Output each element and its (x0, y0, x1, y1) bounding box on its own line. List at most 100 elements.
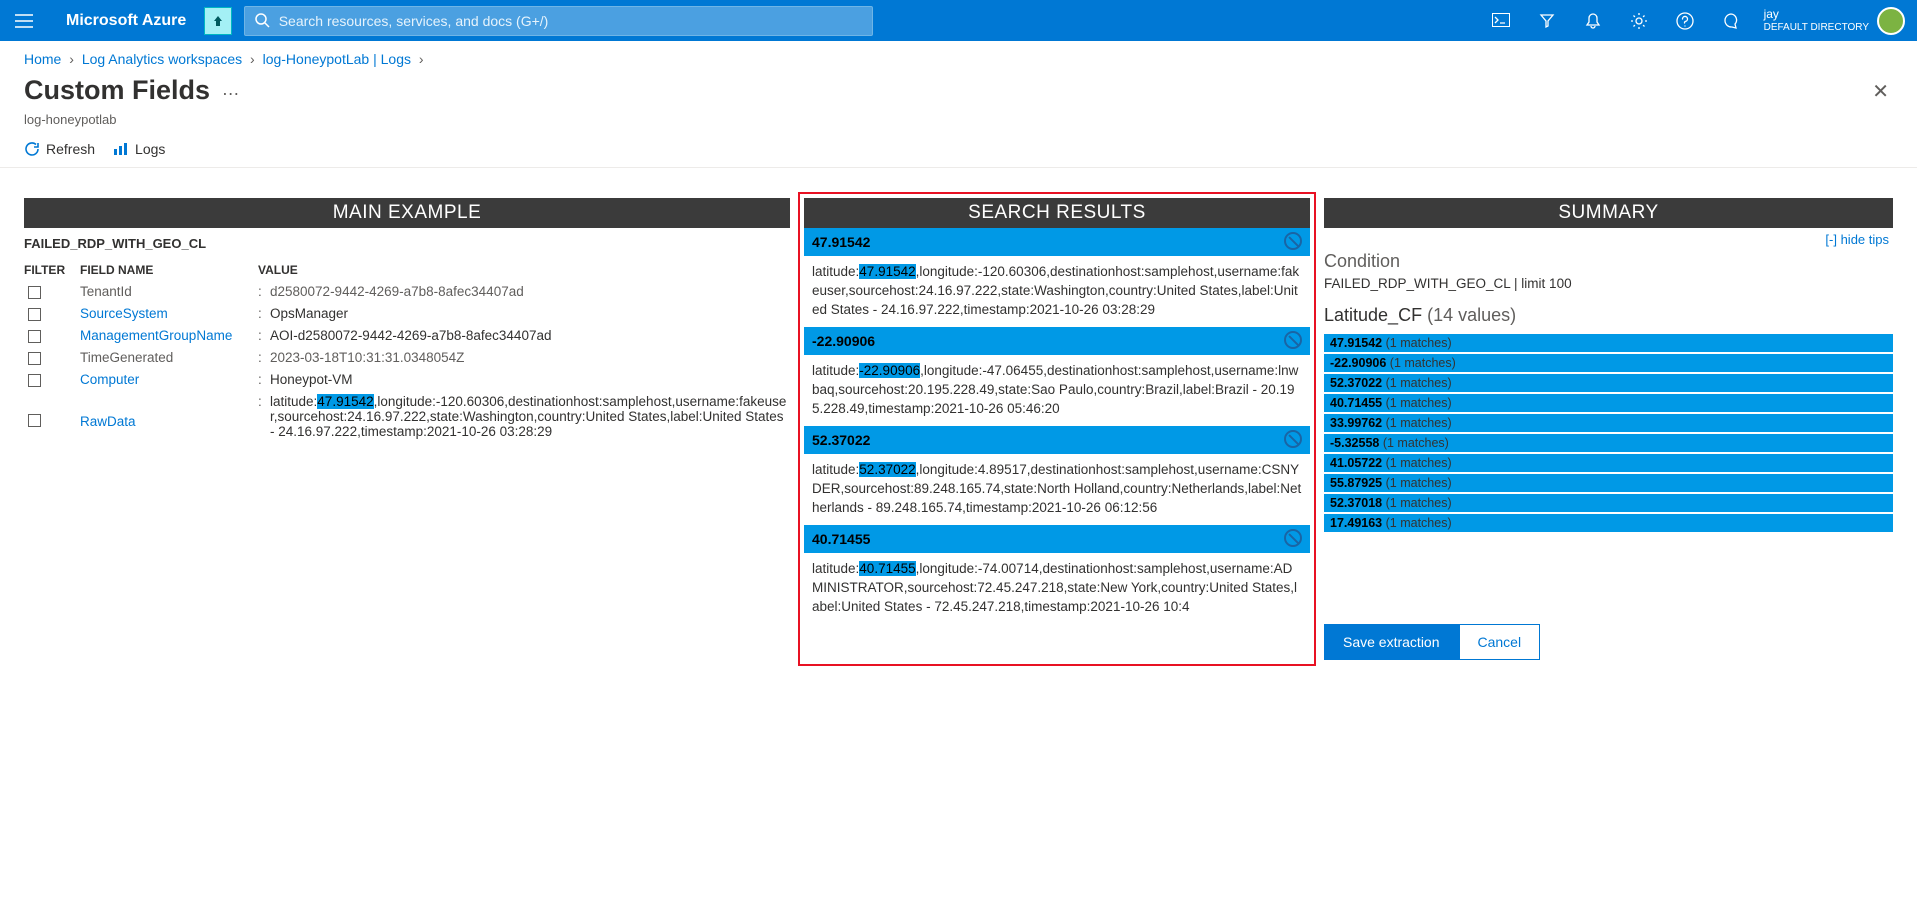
filter-checkbox[interactable] (28, 414, 41, 427)
logs-label: Logs (135, 141, 165, 157)
refresh-icon (24, 141, 40, 157)
condition-value: FAILED_RDP_WITH_GEO_CL | limit 100 (1324, 276, 1893, 301)
account-menu[interactable]: jay DEFAULT DIRECTORY (1756, 7, 1913, 35)
avatar (1877, 7, 1905, 35)
record-type: FAILED_RDP_WITH_GEO_CL (24, 228, 790, 259)
value-cell: :OpsManager (258, 306, 790, 321)
main-example-header: MAIN EXAMPLE (24, 198, 790, 228)
top-bar: Microsoft Azure jay DEFAULT DIRECTORY (0, 0, 1917, 41)
search-input[interactable] (279, 13, 862, 29)
th-filter: FILTER (24, 263, 80, 277)
close-icon[interactable]: ✕ (1868, 75, 1893, 108)
result-body: latitude:40.71455,longitude:-74.00714,de… (804, 553, 1310, 622)
result-header: 52.37022 (804, 426, 1310, 454)
cancel-button[interactable]: Cancel (1459, 624, 1541, 660)
table-row: Computer:Honeypot-VM (24, 369, 790, 391)
search-icon (255, 13, 270, 29)
table-row: TimeGenerated:2023-03-18T10:31:31.034805… (24, 347, 790, 369)
account-name: jay (1764, 7, 1869, 21)
filter-checkbox[interactable] (28, 330, 41, 343)
field-heading: Latitude_CF (14 values) (1324, 301, 1893, 334)
table-row: SourceSystem:OpsManager (24, 303, 790, 325)
filter-checkbox[interactable] (28, 352, 41, 365)
table-header: FILTER FIELD NAME VALUE (24, 259, 790, 281)
topbar-icons: jay DEFAULT DIRECTORY (1480, 0, 1917, 41)
highlighted-value: 40.71455 (859, 561, 915, 576)
toolbar: Refresh Logs (0, 127, 1917, 168)
value-cell: :latitude:47.91542,longitude:-120.60306,… (258, 394, 790, 439)
menu-icon[interactable] (0, 14, 48, 28)
highlighted-value: 52.37022 (859, 462, 915, 477)
page-header: Custom Fields … ✕ (0, 67, 1917, 112)
result-header: -22.90906 (804, 327, 1310, 355)
help-icon[interactable] (1664, 0, 1706, 41)
summary-header: SUMMARY (1324, 198, 1893, 228)
result-body: latitude:47.91542,longitude:-120.60306,d… (804, 256, 1310, 325)
search-result-item: 47.91542latitude:47.91542,longitude:-120… (804, 228, 1310, 325)
field-name-cell[interactable]: RawData (80, 394, 258, 429)
crumb-home[interactable]: Home (24, 51, 61, 67)
summary-bar[interactable]: -5.32558 (1 matches) (1324, 434, 1893, 452)
settings-icon[interactable] (1618, 0, 1660, 41)
search-box[interactable] (244, 6, 873, 36)
th-field: FIELD NAME (80, 263, 258, 277)
account-directory: DEFAULT DIRECTORY (1764, 21, 1869, 35)
value-cell: :2023-03-18T10:31:31.0348054Z (258, 350, 790, 365)
field-name: Latitude_CF (1324, 305, 1422, 325)
highlighted-value: 47.91542 (859, 264, 915, 279)
search-result-item: 40.71455latitude:40.71455,longitude:-74.… (804, 525, 1310, 622)
page-title: Custom Fields (24, 75, 210, 105)
summary-scroll[interactable]: [-] hide tips Condition FAILED_RDP_WITH_… (1324, 228, 1893, 598)
summary-bar[interactable]: 52.37022 (1 matches) (1324, 374, 1893, 392)
field-count: (14 values) (1427, 305, 1516, 325)
page-subtitle: log-honeypotlab (0, 112, 1917, 127)
summary-bar[interactable]: 40.71455 (1 matches) (1324, 394, 1893, 412)
summary-column: SUMMARY [-] hide tips Condition FAILED_R… (1324, 198, 1893, 660)
field-name-cell: TenantId (80, 284, 258, 299)
notifications-icon[interactable] (1572, 0, 1614, 41)
save-extraction-button[interactable]: Save extraction (1324, 624, 1459, 660)
crumb-logs[interactable]: log-HoneypotLab | Logs (263, 51, 411, 67)
feedback-icon[interactable] (1710, 0, 1752, 41)
result-body: latitude:-22.90906,longitude:-47.06455,d… (804, 355, 1310, 424)
th-value: VALUE (258, 263, 790, 277)
edit-icon[interactable] (1284, 232, 1302, 250)
summary-bar[interactable]: 47.91542 (1 matches) (1324, 334, 1893, 352)
edit-icon[interactable] (1284, 529, 1302, 547)
value-cell: :Honeypot-VM (258, 372, 790, 387)
filter-icon[interactable] (1526, 0, 1568, 41)
filter-checkbox[interactable] (28, 286, 41, 299)
search-results-scroll[interactable]: 47.91542latitude:47.91542,longitude:-120… (804, 228, 1310, 660)
field-name-cell[interactable]: SourceSystem (80, 306, 258, 321)
breadcrumb: Home › Log Analytics workspaces › log-Ho… (0, 41, 1917, 67)
summary-bar[interactable]: 41.05722 (1 matches) (1324, 454, 1893, 472)
summary-bar[interactable]: 33.99762 (1 matches) (1324, 414, 1893, 432)
more-icon[interactable]: … (222, 79, 240, 99)
summary-bar[interactable]: 17.49163 (1 matches) (1324, 514, 1893, 532)
edit-icon[interactable] (1284, 430, 1302, 448)
field-name-cell[interactable]: Computer (80, 372, 258, 387)
summary-bar[interactable]: 55.87925 (1 matches) (1324, 474, 1893, 492)
crumb-workspaces[interactable]: Log Analytics workspaces (82, 51, 242, 67)
brand[interactable]: Microsoft Azure (48, 12, 204, 30)
logs-icon (113, 141, 129, 157)
result-header: 40.71455 (804, 525, 1310, 553)
filter-checkbox[interactable] (28, 308, 41, 321)
hide-tips-link[interactable]: [-] hide tips (1825, 232, 1889, 247)
highlighted-value: -22.90906 (859, 363, 920, 378)
cloud-shell-icon[interactable] (1480, 0, 1522, 41)
refresh-button[interactable]: Refresh (24, 141, 95, 157)
field-name-cell: TimeGenerated (80, 350, 258, 365)
content-grid: MAIN EXAMPLE FAILED_RDP_WITH_GEO_CL FILT… (0, 198, 1917, 660)
summary-buttons: Save extraction Cancel (1324, 624, 1540, 660)
upgrade-button[interactable] (204, 7, 232, 35)
filter-checkbox[interactable] (28, 374, 41, 387)
result-body: latitude:52.37022,longitude:4.89517,dest… (804, 454, 1310, 523)
logs-button[interactable]: Logs (113, 141, 165, 157)
summary-bar[interactable]: 52.37018 (1 matches) (1324, 494, 1893, 512)
field-name-cell[interactable]: ManagementGroupName (80, 328, 258, 343)
search-results-column: SEARCH RESULTS 47.91542latitude:47.91542… (804, 198, 1310, 660)
edit-icon[interactable] (1284, 331, 1302, 349)
summary-bar[interactable]: -22.90906 (1 matches) (1324, 354, 1893, 372)
condition-label: Condition (1324, 249, 1893, 276)
